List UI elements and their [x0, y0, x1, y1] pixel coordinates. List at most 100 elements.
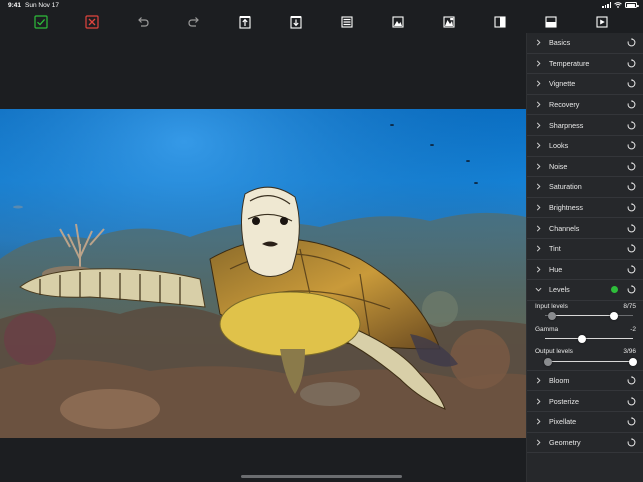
adjustment-label: Pixellate — [549, 417, 577, 427]
chevron-right-icon — [527, 101, 549, 108]
gamma-value: -2 — [630, 325, 636, 333]
reset-icon[interactable] — [624, 435, 638, 449]
output-levels-high-handle[interactable] — [629, 357, 637, 366]
reset-icon[interactable] — [624, 139, 638, 153]
gamma-slider[interactable] — [545, 334, 633, 343]
undo-arrow-icon — [138, 17, 149, 27]
reset-icon[interactable] — [624, 118, 638, 132]
gamma-handle[interactable] — [577, 334, 586, 343]
chevron-right-icon — [527, 60, 549, 67]
adjustment-label: Channels — [549, 223, 580, 233]
adjustment-label: Brightness — [549, 203, 583, 213]
levels-controls: Input levels 8/75 Gamma -2 Output levels… — [527, 301, 643, 371]
adjustment-row-bloom[interactable]: Bloom — [527, 371, 643, 392]
adjustment-row-looks[interactable]: Looks — [527, 136, 643, 157]
adjustment-row-posterize[interactable]: Posterize — [527, 391, 643, 412]
mask-button[interactable] — [442, 15, 456, 29]
adjustment-row-levels[interactable]: Levels — [527, 280, 643, 301]
reset-icon[interactable] — [624, 77, 638, 91]
adjustment-row-saturation[interactable]: Saturation — [527, 177, 643, 198]
input-levels-value: 8/75 — [623, 302, 636, 310]
redo-button[interactable] — [187, 15, 201, 29]
reset-icon[interactable] — [624, 201, 638, 215]
reset-icon[interactable] — [624, 283, 638, 297]
play-icon — [596, 16, 608, 28]
adjustment-label: Tint — [549, 244, 561, 254]
gamma-label: Gamma — [535, 325, 559, 333]
wifi-icon — [614, 2, 622, 8]
reset-icon[interactable] — [624, 394, 638, 408]
split-view-button[interactable] — [493, 15, 507, 29]
status-time: 9:41 — [8, 2, 22, 9]
status-bar: 9:41 Sun Nov 17 — [0, 0, 643, 12]
adjustments-panel: Input levels 8/75 Gamma -2 Output levels… — [526, 33, 643, 482]
reset-icon[interactable] — [624, 242, 638, 256]
adjustment-label: Recovery — [549, 100, 580, 110]
toolbar — [0, 12, 643, 32]
reset-icon[interactable] — [624, 221, 638, 235]
chevron-right-icon — [527, 142, 549, 149]
adjustment-row-tint[interactable]: Tint — [527, 239, 643, 260]
canvas-area[interactable] — [0, 33, 526, 482]
reset-icon[interactable] — [624, 374, 638, 388]
output-levels-low-handle[interactable] — [543, 357, 552, 366]
confirm-button[interactable] — [34, 15, 48, 29]
input-levels-high-handle[interactable] — [609, 311, 618, 320]
layers-button[interactable] — [340, 15, 354, 29]
adjustment-row-recovery[interactable]: Recovery — [527, 95, 643, 116]
cancel-button[interactable] — [85, 15, 99, 29]
adjustment-label: Basics — [549, 38, 571, 48]
adjustment-row-vignette[interactable]: Vignette — [527, 74, 643, 95]
sea-turtle-photo — [0, 109, 526, 438]
adjustment-row-basics[interactable]: Basics — [527, 33, 643, 54]
box-arrow-up-icon — [239, 16, 251, 29]
input-levels-low-handle[interactable] — [548, 311, 557, 320]
reset-icon[interactable] — [624, 180, 638, 194]
adjustment-label: Posterize — [549, 396, 579, 406]
output-levels-label: Output levels — [535, 347, 573, 355]
compare-button[interactable] — [544, 15, 558, 29]
split-horizontal-icon — [545, 16, 557, 28]
reset-icon[interactable] — [624, 159, 638, 173]
layers-icon — [341, 16, 353, 28]
chevron-right-icon — [527, 122, 549, 129]
output-levels-value: 3/96 — [623, 347, 636, 355]
adjustment-row-pixellate[interactable]: Pixellate — [527, 412, 643, 433]
split-vertical-icon — [494, 16, 506, 28]
adjustment-label: Saturation — [549, 182, 582, 192]
reset-icon[interactable] — [624, 415, 638, 429]
status-date: Sun Nov 17 — [25, 2, 59, 9]
output-levels-slider[interactable] — [543, 357, 637, 366]
adjustment-label: Levels — [549, 285, 570, 295]
adjustment-row-channels[interactable]: Channels — [527, 218, 643, 239]
undo-button[interactable] — [136, 15, 150, 29]
adjustment-label: Looks — [549, 141, 569, 151]
input-levels-slider[interactable] — [545, 311, 633, 320]
home-indicator — [241, 475, 402, 478]
photo-preview[interactable] — [0, 109, 526, 438]
reset-icon[interactable] — [624, 262, 638, 276]
adjustment-row-noise[interactable]: Noise — [527, 157, 643, 178]
image-button[interactable] — [391, 15, 405, 29]
adjustment-row-temperature[interactable]: Temperature — [527, 54, 643, 75]
adjustment-row-sharpness[interactable]: Sharpness — [527, 115, 643, 136]
reset-icon[interactable] — [624, 56, 638, 70]
adjustment-row-geometry[interactable]: Geometry — [527, 433, 643, 454]
input-levels-range — [552, 314, 614, 317]
checkmark-square-icon — [34, 15, 48, 29]
reset-icon[interactable] — [624, 36, 638, 50]
adjustment-row-brightness[interactable]: Brightness — [527, 198, 643, 219]
redo-arrow-icon — [188, 17, 199, 27]
adjustment-label: Noise — [549, 161, 568, 171]
export-button[interactable] — [238, 15, 252, 29]
battery-icon — [625, 2, 639, 8]
adjustment-row-hue[interactable]: Hue — [527, 260, 643, 281]
adjustment-label: Temperature — [549, 58, 590, 68]
play-button[interactable] — [595, 15, 609, 29]
adjustment-label: Sharpness — [549, 120, 584, 130]
import-button[interactable] — [289, 15, 303, 29]
mask-icon — [443, 16, 455, 28]
reset-icon[interactable] — [624, 98, 638, 112]
chevron-right-icon — [527, 439, 549, 446]
chevron-right-icon — [527, 418, 549, 425]
